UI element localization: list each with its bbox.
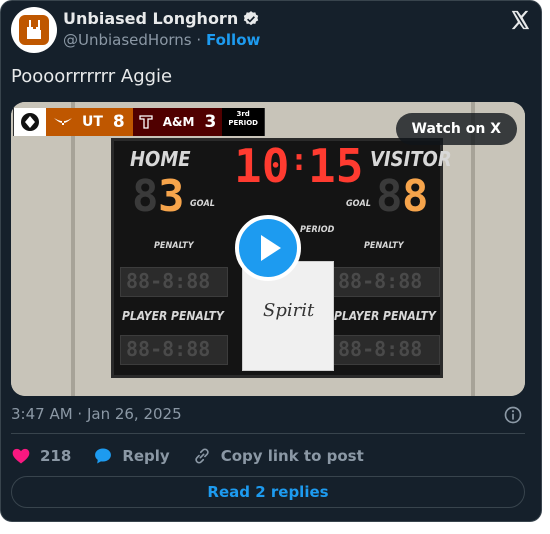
visitor-player-label: PLAYER PENALTY bbox=[334, 309, 436, 323]
wall-seam bbox=[71, 102, 75, 396]
copy-link-label: Copy link to post bbox=[220, 447, 364, 465]
home-label: HOME bbox=[130, 147, 191, 171]
clock-seconds: 15 bbox=[308, 139, 364, 193]
watch-on-x-button[interactable]: Watch on X bbox=[395, 113, 517, 145]
divider bbox=[11, 433, 525, 434]
home-goal-label: GOAL bbox=[190, 199, 215, 209]
heart-icon bbox=[12, 448, 30, 464]
copy-link-button[interactable]: Copy link to post bbox=[192, 446, 364, 466]
like-count: 218 bbox=[40, 447, 72, 465]
home-player-digits: 88-8:88 bbox=[126, 337, 211, 361]
avatar[interactable] bbox=[11, 7, 57, 53]
wall-seam bbox=[471, 102, 475, 396]
x-logo-icon[interactable] bbox=[509, 9, 531, 31]
period-label: PERIOD bbox=[300, 225, 335, 235]
team-am: A&M 3 bbox=[132, 108, 223, 136]
link-icon bbox=[194, 448, 209, 464]
visitor-score-dim-digit: 8 bbox=[376, 171, 403, 222]
play-icon bbox=[261, 235, 281, 261]
play-button[interactable] bbox=[235, 215, 301, 281]
info-icon[interactable] bbox=[503, 405, 523, 425]
verified-badge-icon bbox=[244, 10, 259, 25]
reply-label: Reply bbox=[122, 447, 170, 465]
home-score-dim-digit: 8 bbox=[132, 171, 159, 222]
reply-icon bbox=[95, 448, 112, 464]
display-name[interactable]: Unbiased Longhorn bbox=[63, 9, 238, 28]
period-indicator: 3rd PERIOD bbox=[222, 108, 264, 136]
clock-colon: : bbox=[290, 143, 309, 178]
handle-line: @UnbiasedHorns · Follow bbox=[63, 31, 260, 49]
reply-button[interactable]: Reply bbox=[93, 446, 170, 466]
period-line2: PERIOD bbox=[228, 119, 258, 127]
post-text: Poooorrrrrrr Aggie bbox=[11, 66, 173, 87]
home-score: 3 bbox=[158, 171, 185, 222]
clock-minutes: 10 bbox=[234, 139, 290, 193]
network-logo-icon bbox=[14, 108, 46, 136]
team2-score: 3 bbox=[204, 112, 217, 132]
name-line: Unbiased Longhorn bbox=[63, 9, 260, 28]
spirit-logo-text: Spirit bbox=[263, 300, 315, 321]
visitor-score: 8 bbox=[402, 171, 429, 222]
longhorn-hand-logo bbox=[19, 15, 49, 45]
score-overlay: UT 8 A&M 3 3rd PERIOD bbox=[13, 108, 265, 136]
team1-score: 8 bbox=[112, 112, 125, 132]
longhorn-icon bbox=[54, 118, 72, 125]
team1-name: UT bbox=[82, 114, 103, 130]
post-header: Unbiased Longhorn @UnbiasedHorns · Follo… bbox=[11, 7, 533, 53]
separator: · bbox=[196, 31, 202, 49]
post-timestamp[interactable]: 3:47 AM · Jan 26, 2025 bbox=[11, 405, 182, 423]
visitor-penalty-label: PENALTY bbox=[364, 241, 404, 251]
visitor-goal-label: GOAL bbox=[346, 199, 371, 209]
post-card: Unbiased Longhorn @UnbiasedHorns · Follo… bbox=[0, 0, 542, 522]
atm-logo-icon bbox=[139, 115, 153, 129]
team-ut: UT 8 bbox=[46, 108, 133, 136]
period-line1: 3rd bbox=[236, 110, 250, 118]
visitor-label: VISITOR bbox=[370, 147, 452, 171]
home-penalty-label: PENALTY bbox=[154, 241, 194, 251]
follow-button[interactable]: Follow bbox=[206, 31, 260, 49]
like-button[interactable]: 218 bbox=[11, 446, 71, 466]
home-player-label: PLAYER PENALTY bbox=[122, 309, 224, 323]
video-player[interactable]: HOME VISITOR 10 : 15 8 3 GOAL 8 8 GOAL P… bbox=[11, 102, 525, 396]
visitor-player-digits: 88-8:88 bbox=[338, 337, 423, 361]
visitor-penalty-digits: 88-8:88 bbox=[338, 269, 423, 293]
read-replies-button[interactable]: Read 2 replies bbox=[11, 476, 525, 508]
home-penalty-digits: 88-8:88 bbox=[126, 269, 211, 293]
handle[interactable]: @UnbiasedHorns bbox=[63, 31, 192, 49]
action-bar: 218 Reply Copy link to post bbox=[11, 443, 364, 469]
team2-name: A&M bbox=[162, 115, 195, 129]
